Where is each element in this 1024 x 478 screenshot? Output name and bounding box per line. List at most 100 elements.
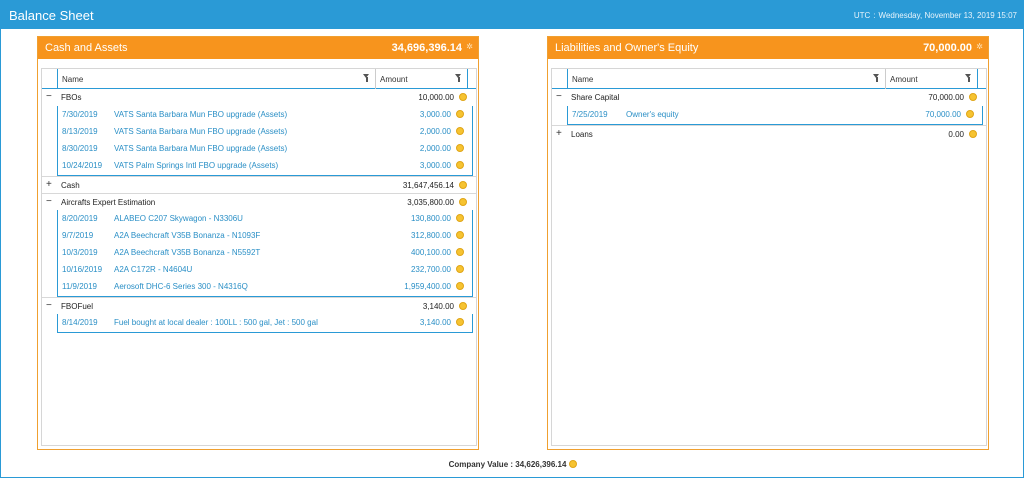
expand-icon[interactable]: + <box>556 129 564 139</box>
transaction-description[interactable]: Fuel bought at local dealer : 100LL : 50… <box>114 318 318 327</box>
transaction-description[interactable]: VATS Santa Barbara Mun FBO upgrade (Asse… <box>114 127 287 136</box>
coin-icon <box>456 265 464 273</box>
transaction-date[interactable]: 7/25/2019 <box>572 110 608 119</box>
detail-row[interactable]: 7/30/2019 VATS Santa Barbara Mun FBO upgr… <box>58 106 472 123</box>
transaction-amount: 1,959,400.00 <box>404 282 451 291</box>
name-column-header[interactable]: Name <box>567 69 886 89</box>
coin-icon <box>969 93 977 101</box>
detail-row[interactable]: 10/3/2019 A2A Beechcraft V35B Bonanza - N… <box>58 244 472 261</box>
group-name: FBOs <box>61 93 82 102</box>
detail-row[interactable]: 10/16/2019 A2A C172R - N4604U 232,700.00 <box>58 261 472 278</box>
filter-icon[interactable] <box>455 74 462 82</box>
transaction-date[interactable]: 8/30/2019 <box>62 144 98 153</box>
panel-title: Liabilities and Owner's Equity <box>555 42 699 54</box>
detail-row[interactable]: 8/30/2019 VATS Santa Barbara Mun FBO upgr… <box>58 140 472 157</box>
coin-icon <box>966 110 974 118</box>
filter-icon[interactable] <box>965 74 972 82</box>
group-name: Aircrafts Expert Estimation <box>61 198 156 207</box>
coin-icon <box>969 130 977 138</box>
panel-title: Cash and Assets <box>45 42 128 54</box>
detail-row[interactable]: 9/7/2019 A2A Beechcraft V35B Bonanza - N1… <box>58 227 472 244</box>
transaction-description[interactable]: A2A C172R - N4604U <box>114 265 192 274</box>
transaction-date[interactable]: 10/24/2019 <box>62 161 102 170</box>
group-amount: 10,000.00 <box>418 93 454 102</box>
transaction-date[interactable]: 10/16/2019 <box>62 265 102 274</box>
settings-icon[interactable]: ✲ <box>466 42 473 51</box>
transaction-amount: 312,800.00 <box>410 231 451 240</box>
coin-icon <box>569 460 578 468</box>
panel-header: Cash and Assets 34,696,396.14 ✲ <box>38 37 478 59</box>
group-row[interactable]: − FBOFuel 3,140.00 <box>42 297 476 314</box>
transaction-amount: 2,000.00 <box>419 144 451 153</box>
transaction-description[interactable]: Aerosoft DHC-6 Series 300 - N4316Q <box>114 282 248 291</box>
transaction-date[interactable]: 8/20/2019 <box>62 214 98 223</box>
amount-column-header[interactable]: Amount <box>886 69 978 89</box>
panel-total: 70,000.00 <box>923 42 972 54</box>
coin-icon <box>456 110 464 118</box>
name-column-label: Name <box>62 75 84 84</box>
transaction-description[interactable]: Owner's equity <box>626 110 679 119</box>
coin-icon <box>456 161 464 169</box>
liabilities-grid: Name Amount − Share Capital 70,000.00 7/25/… <box>551 68 987 446</box>
company-value-footer: Company Value : 34,626,396.14 <box>1 460 1024 472</box>
transaction-amount: 70,000.00 <box>925 110 961 119</box>
amount-column-header[interactable]: Amount <box>376 69 468 89</box>
transaction-description[interactable]: VATS Santa Barbara Mun FBO upgrade (Asse… <box>114 144 287 153</box>
detail-row[interactable]: 8/14/2019 Fuel bought at local dealer : 1… <box>58 314 472 331</box>
detail-row[interactable]: 10/24/2019 VATS Palm Springs Intl FBO upg… <box>58 157 472 174</box>
transaction-date[interactable]: 8/13/2019 <box>62 127 98 136</box>
transaction-amount: 2,000.00 <box>419 127 451 136</box>
detail-rows: 7/25/2019 Owner's equity 70,000.00 <box>567 106 983 125</box>
transaction-amount: 232,700.00 <box>410 265 451 274</box>
transaction-amount: 3,000.00 <box>419 110 451 119</box>
transaction-amount: 400,100.00 <box>410 248 451 257</box>
transaction-description[interactable]: ALABEO C207 Skywagon - N3306U <box>114 214 243 223</box>
transaction-date[interactable]: 9/7/2019 <box>62 231 93 240</box>
company-value: 34,626,396.14 <box>515 460 567 469</box>
assets-grid: Name Amount − FBOs 10,000.00 7/30/2019 VATS … <box>41 68 477 446</box>
group-amount: 31,647,456.14 <box>402 181 454 190</box>
coin-icon <box>459 198 467 206</box>
collapse-icon[interactable]: − <box>46 301 54 311</box>
filter-icon[interactable] <box>363 74 370 82</box>
group-row[interactable]: + Loans 0.00 <box>552 125 986 142</box>
detail-row[interactable]: 11/9/2019 Aerosoft DHC-6 Series 300 - N43… <box>58 278 472 295</box>
detail-row[interactable]: 8/13/2019 VATS Santa Barbara Mun FBO upgr… <box>58 123 472 140</box>
cash-and-assets-panel: Cash and Assets 34,696,396.14 ✲ Name Amo… <box>37 36 479 450</box>
collapse-icon[interactable]: − <box>46 197 54 207</box>
settings-icon[interactable]: ✲ <box>976 42 983 51</box>
transaction-amount: 130,800.00 <box>410 214 451 223</box>
coin-icon <box>459 181 467 189</box>
name-column-header[interactable]: Name <box>57 69 376 89</box>
liabilities-equity-panel: Liabilities and Owner's Equity 70,000.00… <box>547 36 989 450</box>
detail-row[interactable]: 8/20/2019 ALABEO C207 Skywagon - N3306U 13… <box>58 210 472 227</box>
expander-column-header <box>42 69 57 89</box>
collapse-icon[interactable]: − <box>46 92 54 102</box>
collapse-icon[interactable]: − <box>556 92 564 102</box>
group-amount: 0.00 <box>948 130 964 139</box>
transaction-amount: 3,000.00 <box>419 161 451 170</box>
group-row[interactable]: − FBOs 10,000.00 <box>42 89 476 106</box>
transaction-date[interactable]: 11/9/2019 <box>62 282 97 291</box>
transaction-description[interactable]: VATS Palm Springs Intl FBO upgrade (Asse… <box>114 161 278 170</box>
filter-icon[interactable] <box>873 74 880 82</box>
amount-column-label: Amount <box>890 75 918 84</box>
transaction-description[interactable]: A2A Beechcraft V35B Bonanza - N5592T <box>114 248 260 257</box>
detail-rows: 8/14/2019 Fuel bought at local dealer : 1… <box>57 314 473 333</box>
group-row[interactable]: + Cash 31,647,456.14 <box>42 176 476 193</box>
amount-column-label: Amount <box>380 75 408 84</box>
coin-icon <box>456 318 464 326</box>
coin-icon <box>456 144 464 152</box>
group-row[interactable]: − Share Capital 70,000.00 <box>552 89 986 106</box>
expand-icon[interactable]: + <box>46 180 54 190</box>
transaction-date[interactable]: 7/30/2019 <box>62 110 98 119</box>
group-row[interactable]: − Aircrafts Expert Estimation 3,035,800.00 <box>42 193 476 210</box>
transaction-description[interactable]: A2A Beechcraft V35B Bonanza - N1093F <box>114 231 260 240</box>
detail-row[interactable]: 7/25/2019 Owner's equity 70,000.00 <box>568 106 982 123</box>
transaction-date[interactable]: 8/14/2019 <box>62 318 98 327</box>
group-amount: 70,000.00 <box>928 93 964 102</box>
balance-sheet-window: Balance Sheet UTC: Wednesday, November 13… <box>0 0 1024 478</box>
transaction-date[interactable]: 10/3/2019 <box>62 248 98 257</box>
utc-datetime: Wednesday, November 13, 2019 15:07 <box>878 11 1017 20</box>
transaction-description[interactable]: VATS Santa Barbara Mun FBO upgrade (Asse… <box>114 110 287 119</box>
